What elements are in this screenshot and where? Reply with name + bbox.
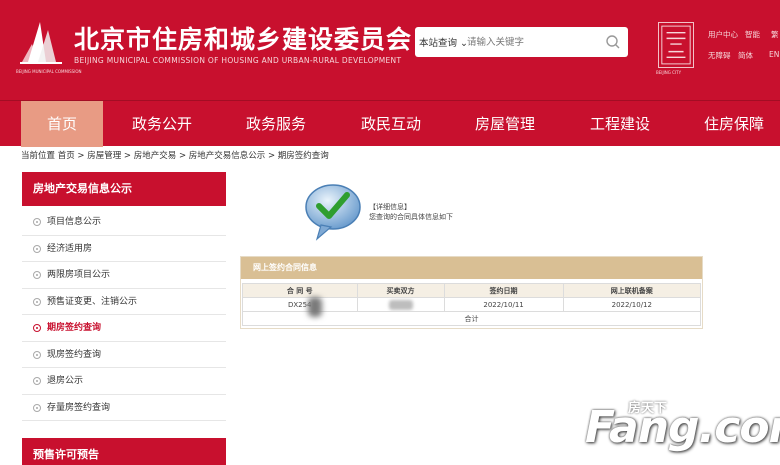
- nav-item-security[interactable]: 住房保障: [688, 101, 780, 147]
- nav-item-home[interactable]: 首页: [21, 101, 103, 147]
- commission-logo-icon[interactable]: [18, 16, 66, 66]
- bullet-icon: [33, 324, 41, 332]
- bullet-icon: [33, 271, 41, 279]
- sidebar-item-stock-contract[interactable]: 存量房签约查询: [22, 395, 226, 421]
- watermark-logo: Fang.com: [585, 402, 780, 453]
- contract-result-panel: 网上签约合同信息 合 同 号 买卖双方 签约日期 网上联机备案 DX254 20…: [240, 256, 703, 329]
- cell-contract-no[interactable]: DX254: [242, 297, 358, 312]
- traditional-link[interactable]: 繁: [771, 29, 779, 40]
- sidebar-section2-title[interactable]: 预售许可预告: [22, 438, 226, 465]
- search-scope-select[interactable]: 本站查询 ⌄: [419, 35, 468, 49]
- detail-info-text: 您查询的合同具体信息如下: [369, 213, 453, 221]
- sidebar-item-existing-contract[interactable]: 现房签约查询: [22, 342, 226, 368]
- nav-item-construction[interactable]: 工程建设: [574, 101, 666, 147]
- col-parties: 买卖双方: [356, 283, 445, 298]
- detail-info-title: 【详细信息】: [369, 203, 411, 211]
- nav-item-housing[interactable]: 房屋管理: [459, 101, 551, 147]
- seal-logo-icon: [658, 22, 694, 68]
- success-check-icon: [305, 184, 361, 241]
- simplified-link[interactable]: 简体: [738, 50, 753, 61]
- smart-link[interactable]: 智能: [745, 29, 760, 40]
- accessibility-link[interactable]: 无障碍: [708, 50, 731, 61]
- nav-item-gov-services[interactable]: 政务服务: [230, 101, 322, 147]
- site-title[interactable]: 北京市住房和城乡建设委员会: [74, 20, 412, 56]
- main-nav: 首页 政务公开 政务服务 政民互动 房屋管理 工程建设 住房保障: [0, 100, 780, 147]
- sidebar-item-presale-contract[interactable]: 期房签约查询: [22, 315, 226, 342]
- redacted-block: [388, 299, 413, 310]
- bullet-icon: [33, 244, 41, 253]
- breadcrumb[interactable]: 当前位置 首页 > 房屋管理 > 房地产交易 > 房地产交易信息公示 > 期房签…: [21, 149, 329, 161]
- sidebar-item-affordable-housing[interactable]: 经济适用房: [22, 236, 226, 262]
- site-search: 本站查询 ⌄: [415, 27, 628, 57]
- sidebar-section-title[interactable]: 房地产交易信息公示: [22, 172, 226, 206]
- table-header-row: 合 同 号 买卖双方 签约日期 网上联机备案: [242, 283, 702, 298]
- search-input[interactable]: [467, 32, 595, 52]
- logo-caption: BEIJING MUNICIPAL COMMISSION: [16, 69, 82, 74]
- seal-caption: BEIJING CITY: [656, 70, 682, 75]
- bullet-icon: [33, 350, 41, 359]
- cell-record-date: 2022/10/12: [562, 297, 702, 312]
- col-online-record: 网上联机备案: [562, 283, 702, 298]
- redacted-block: [308, 297, 322, 317]
- cell-sign-date: 2022/10/11: [443, 297, 564, 312]
- search-icon[interactable]: [604, 33, 622, 51]
- panel-title: 网上签约合同信息: [241, 257, 702, 279]
- sidebar-list: 项目信息公示 经济适用房 两限房项目公示 预售证变更、注销公示 期房签约查询 现…: [22, 209, 226, 421]
- nav-item-interaction[interactable]: 政民互动: [345, 101, 437, 147]
- bullet-icon: [33, 377, 41, 385]
- user-center-link[interactable]: 用户中心: [708, 29, 738, 40]
- sidebar-item-refund[interactable]: 退房公示: [22, 368, 226, 395]
- site-subtitle: BEIJING MUNICIPAL COMMISSION OF HOUSING …: [74, 56, 402, 65]
- bullet-icon: [33, 403, 41, 412]
- english-link[interactable]: EN: [769, 50, 779, 59]
- sidebar-item-project-info[interactable]: 项目信息公示: [22, 209, 226, 236]
- sidebar-item-presale-change[interactable]: 预售证变更、注销公示: [22, 289, 226, 315]
- bullet-icon: [33, 218, 41, 226]
- nav-item-gov-affairs[interactable]: 政务公开: [116, 101, 208, 147]
- cell-parties: [356, 297, 445, 312]
- site-header: BEIJING MUNICIPAL COMMISSION 北京市住房和城乡建设委…: [0, 0, 780, 100]
- col-sign-date: 签约日期: [443, 283, 564, 298]
- col-contract-no: 合 同 号: [242, 283, 358, 298]
- sidebar-item-price-limited[interactable]: 两限房项目公示: [22, 262, 226, 289]
- bullet-icon: [33, 297, 41, 306]
